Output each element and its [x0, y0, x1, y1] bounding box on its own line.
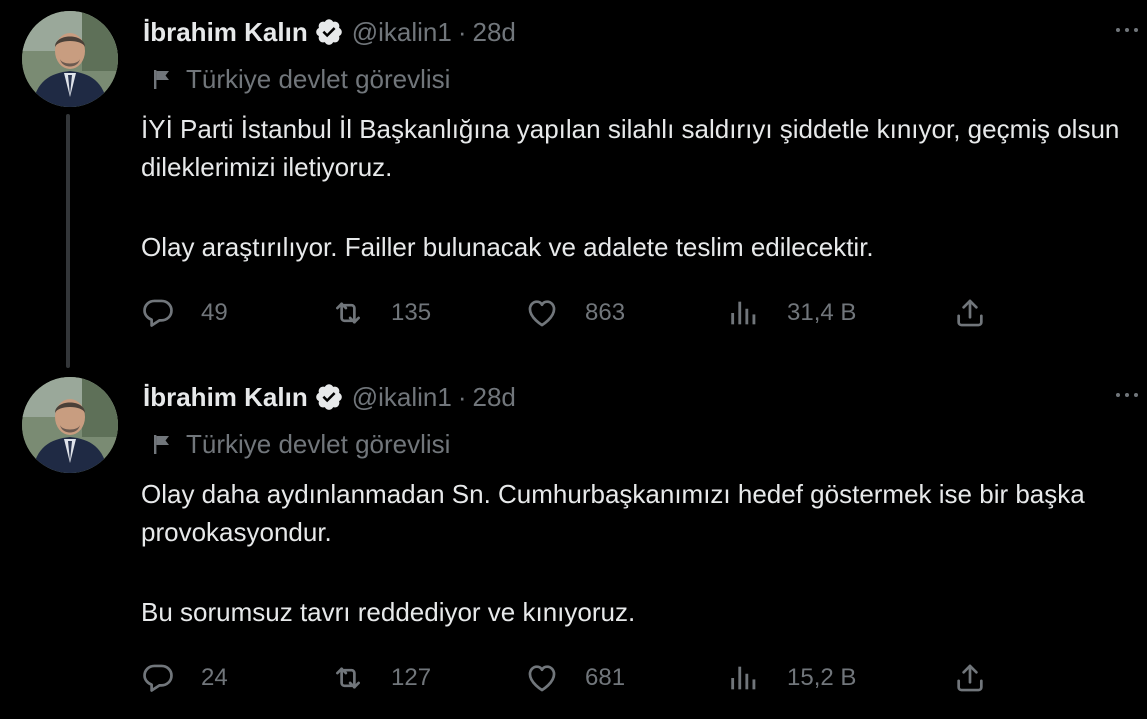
tweet[interactable]: İbrahim Kalın @ikalin1 · 28d Türkiye dev… [0, 365, 1147, 719]
share-button[interactable] [953, 290, 987, 336]
government-label-text: Türkiye devlet görevlisi [186, 63, 451, 94]
verified-badge-icon[interactable] [314, 382, 344, 412]
tweet-text: İYİ Parti İstanbul İl Başkanlığına yapıl… [141, 110, 1131, 266]
views-count: 31,4 B [787, 299, 857, 326]
like-count: 863 [585, 299, 626, 326]
views-icon [727, 661, 761, 695]
author-handle[interactable]: @ikalin1 [352, 17, 452, 48]
share-icon [953, 661, 987, 695]
reply-icon [141, 296, 175, 330]
avatar[interactable] [22, 377, 118, 473]
author-name[interactable]: İbrahim Kalın [143, 382, 308, 413]
share-icon [953, 296, 987, 330]
verified-badge-icon[interactable] [314, 17, 344, 47]
author-handle[interactable]: @ikalin1 [352, 382, 452, 413]
flag-icon [150, 67, 174, 91]
tweet-header: İbrahim Kalın @ikalin1 · 28d [143, 14, 516, 50]
heart-icon [525, 661, 559, 695]
author-name[interactable]: İbrahim Kalın [143, 17, 308, 48]
reply-count: 49 [201, 299, 228, 326]
tweet-actions: 49 135 863 31,4 B [141, 290, 1001, 336]
government-label: Türkiye devlet görevlisi [150, 427, 450, 461]
retweet-icon [331, 296, 365, 330]
views-button[interactable]: 31,4 B [727, 290, 856, 336]
separator-dot: · [457, 16, 467, 47]
reply-button[interactable]: 24 [141, 655, 228, 701]
tweet-text: Olay daha aydınlanmadan Sn. Cumhurbaşkan… [141, 475, 1131, 631]
reply-button[interactable]: 49 [141, 290, 228, 336]
thread-connector [66, 114, 70, 368]
heart-icon [525, 296, 559, 330]
government-label-text: Türkiye devlet görevlisi [186, 428, 451, 459]
views-button[interactable]: 15,2 B [727, 655, 856, 701]
tweet-time[interactable]: 28d [472, 382, 515, 413]
tweet-header: İbrahim Kalın @ikalin1 · 28d [143, 379, 516, 415]
tweet-actions: 24 127 681 15,2 B [141, 655, 1001, 701]
government-label: Türkiye devlet görevlisi [150, 62, 450, 96]
like-button[interactable]: 863 [525, 290, 625, 336]
tweet-paragraph: Olay araştırılıyor. Failler bulunacak ve… [141, 232, 874, 262]
retweet-button[interactable]: 135 [331, 290, 431, 336]
share-button[interactable] [953, 655, 987, 701]
like-button[interactable]: 681 [525, 655, 625, 701]
retweet-icon [331, 661, 365, 695]
tweet-paragraph: Bu sorumsuz tavrı reddediyor ve kınıyoru… [141, 597, 636, 627]
like-count: 681 [585, 664, 626, 691]
reply-count: 24 [201, 664, 228, 691]
retweet-button[interactable]: 127 [331, 655, 431, 701]
flag-icon [150, 432, 174, 456]
tweet-time[interactable]: 28d [472, 17, 515, 48]
tweet-paragraph: Olay daha aydınlanmadan Sn. Cumhurbaşkan… [141, 479, 1085, 547]
views-icon [727, 296, 761, 330]
more-icon[interactable] [1107, 383, 1147, 407]
retweet-count: 127 [391, 664, 432, 691]
views-count: 15,2 B [787, 664, 857, 691]
avatar[interactable] [22, 11, 118, 107]
tweet[interactable]: İbrahim Kalın @ikalin1 · 28d Türkiye dev… [0, 0, 1147, 368]
retweet-count: 135 [391, 299, 432, 326]
reply-icon [141, 661, 175, 695]
more-icon[interactable] [1107, 18, 1147, 42]
separator-dot: · [457, 381, 467, 412]
tweet-paragraph: İYİ Parti İstanbul İl Başkanlığına yapıl… [141, 114, 1120, 182]
